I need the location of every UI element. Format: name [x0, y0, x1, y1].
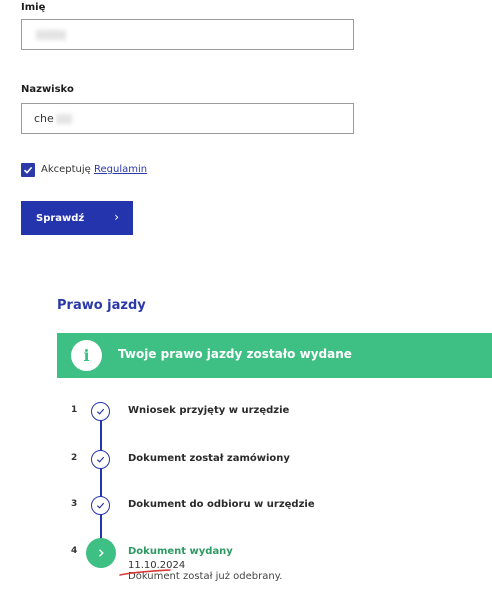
final-step-label: Dokument wydany [128, 546, 233, 557]
step-number: 4 [71, 546, 78, 556]
step-label: Dokument został zamówiony [128, 453, 290, 464]
first-name-label: Imię [21, 2, 46, 13]
check-icon [91, 496, 110, 515]
check-button-label: Sprawdź [36, 212, 85, 224]
section-title: Prawo jazdy [57, 298, 146, 313]
first-name-field[interactable] [21, 19, 354, 50]
redacted-text [55, 113, 72, 124]
last-name-field[interactable]: che [21, 103, 354, 134]
check-icon [91, 402, 110, 421]
step-label: Wniosek przyjęty w urzędzie [128, 405, 290, 416]
check-button[interactable]: Sprawdź › [21, 201, 133, 235]
status-banner: i Twoje prawo jazdy zostało wydane [57, 333, 492, 378]
timeline-line [100, 411, 102, 552]
redacted-text [36, 29, 66, 40]
chevron-right-icon [86, 538, 116, 568]
step-number: 2 [71, 453, 78, 463]
checkmark-icon [23, 166, 33, 174]
underline-annotation [119, 569, 171, 576]
last-name-label: Nazwisko [21, 84, 74, 95]
chevron-right-icon: › [114, 210, 119, 224]
status-banner-text: Twoje prawo jazdy zostało wydane [118, 347, 352, 361]
accept-prefix: Akceptuję [41, 164, 94, 175]
accept-terms-text: Akceptuję Regulamin [41, 164, 147, 175]
last-name-value: che [34, 112, 54, 125]
info-icon: i [71, 340, 102, 371]
accept-terms-checkbox[interactable] [21, 163, 35, 177]
step-number: 1 [71, 405, 78, 415]
step-number: 3 [71, 499, 78, 509]
step-label: Dokument do odbioru w urzędzie [128, 499, 315, 510]
terms-link[interactable]: Regulamin [94, 164, 147, 175]
check-icon [91, 450, 110, 469]
